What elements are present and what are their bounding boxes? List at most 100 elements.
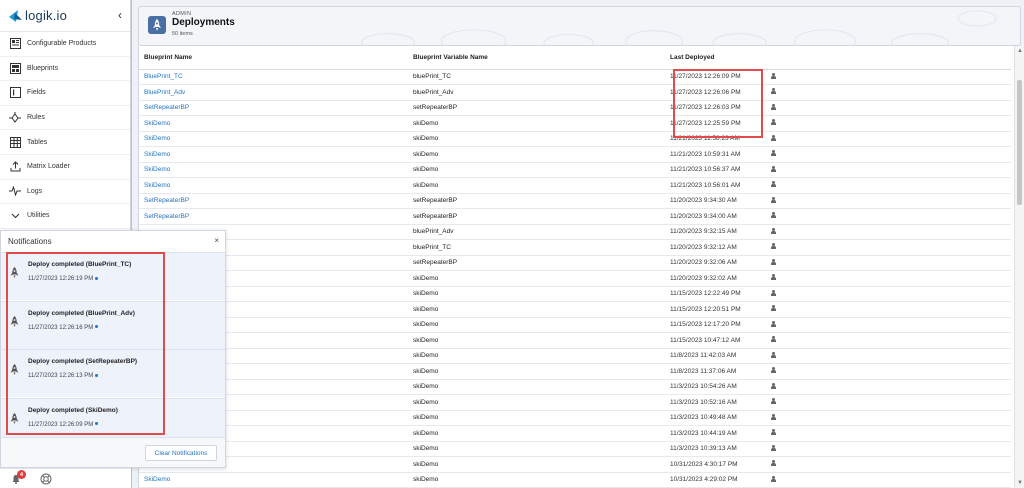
user-icon[interactable]	[770, 305, 776, 312]
user-icon[interactable]	[770, 103, 776, 110]
scroll-down-arrow-icon[interactable]: ▼	[1017, 480, 1023, 486]
blueprint-variable-name: skiDemo	[408, 317, 665, 333]
user-icon[interactable]	[770, 475, 776, 482]
sidebar-item-tables[interactable]: Tables	[0, 130, 130, 155]
sidebar-item-utilities[interactable]: Utilities	[0, 204, 130, 229]
blueprint-name-link[interactable]: SkiDemo	[139, 146, 408, 163]
blueprint-variable-name: skiDemo	[408, 394, 665, 411]
blueprint-variable-name: skiDemo	[408, 146, 665, 163]
last-deployed-date: 11/21/2023 10:59:31 AM	[665, 146, 765, 163]
table-row: skiDemo 11/8/2023 11:37:06 AM	[139, 363, 1011, 380]
fields-icon	[9, 87, 21, 99]
user-icon[interactable]	[770, 367, 776, 374]
user-cell	[765, 363, 1011, 380]
last-deployed-date: 11/20/2023 9:34:30 AM	[665, 193, 765, 209]
table-row: skiDemo 11/3/2023 10:49:48 AM	[139, 410, 1011, 426]
user-cell	[765, 472, 1011, 488]
user-icon[interactable]	[770, 119, 776, 126]
sidebar-item-label: Configurable Products	[27, 40, 97, 48]
user-icon[interactable]	[770, 150, 776, 157]
collapse-sidebar-icon[interactable]: ‹	[118, 8, 122, 22]
sidebar-item-fields[interactable]: Fields	[0, 81, 130, 106]
sidebar-item-label: Logs	[27, 187, 43, 195]
user-cell	[765, 115, 1011, 132]
header-text: ADMIN Deployments 50 items	[172, 11, 235, 37]
table-row: skiDemo 10/31/2023 4:30:17 PM	[139, 456, 1011, 473]
user-icon[interactable]	[770, 382, 776, 389]
column-header-last-deployed[interactable]: Last Deployed	[665, 46, 765, 70]
user-icon[interactable]	[770, 444, 776, 451]
user-icon[interactable]	[770, 320, 776, 327]
sidebar-item-matrix-loader[interactable]: Matrix Loader	[0, 155, 130, 180]
user-cell	[765, 270, 1011, 287]
user-icon[interactable]	[770, 88, 776, 95]
user-icon[interactable]	[770, 460, 776, 467]
table-row: skiDemo 11/20/2023 9:32:02 AM	[139, 270, 1011, 287]
sidebar-item-blueprints[interactable]: Blueprints	[0, 57, 130, 82]
blueprint-name-link[interactable]: BluePrint_TC	[139, 69, 408, 85]
sidebar-item-label: Matrix Loader	[27, 163, 70, 171]
user-icon[interactable]	[770, 196, 776, 203]
blueprint-variable-name: skiDemo	[408, 301, 665, 318]
user-icon[interactable]	[770, 212, 776, 219]
user-icon[interactable]	[770, 336, 776, 343]
table-row: skiDemo 11/3/2023 10:52:16 AM	[139, 394, 1011, 411]
blueprint-variable-name: skiDemo	[408, 332, 665, 349]
user-icon[interactable]	[770, 274, 776, 281]
user-icon[interactable]	[770, 165, 776, 172]
blueprint-name-link[interactable]: SkiDemo	[139, 131, 408, 147]
scroll-thumb[interactable]	[1017, 80, 1022, 205]
user-icon[interactable]	[770, 289, 776, 296]
sidebar-item-configurable-products[interactable]: Configurable Products	[0, 32, 130, 57]
blueprint-name-link[interactable]: SetRepeaterBP	[139, 100, 408, 116]
scroll-up-arrow-icon[interactable]: ▲	[1017, 48, 1023, 54]
user-icon[interactable]	[770, 181, 776, 188]
last-deployed-date: 11/3/2023 10:52:16 AM	[665, 394, 765, 411]
blueprint-name-link[interactable]: SetRepeaterBP	[139, 193, 408, 209]
table-row: skiDemo 11/3/2023 10:44:19 AM	[139, 425, 1011, 442]
user-icon[interactable]	[770, 398, 776, 405]
user-cell	[765, 425, 1011, 442]
table-row: skiDemo 11/15/2023 12:17:20 PM	[139, 317, 1011, 333]
clear-notifications-button[interactable]: Clear Notifications	[145, 445, 217, 461]
blueprint-name-link[interactable]: SetRepeaterBP	[139, 208, 408, 225]
blueprint-name-link[interactable]: SkiDemo	[139, 115, 408, 132]
table-row: SkiDemo skiDemo 11/27/2023 12:25:59 PM	[139, 115, 1011, 132]
blueprint-name-link[interactable]: SkiDemo	[139, 472, 408, 488]
user-icon[interactable]	[770, 429, 776, 436]
tables-icon	[9, 136, 21, 148]
sidebar-item-label: Rules	[27, 114, 45, 122]
last-deployed-date: 11/3/2023 10:44:19 AM	[665, 425, 765, 442]
blueprint-variable-name: skiDemo	[408, 270, 665, 287]
user-icon[interactable]	[770, 227, 776, 234]
help-lifebuoy-icon[interactable]	[40, 473, 52, 485]
last-deployed-date: 11/15/2023 12:22:49 PM	[665, 286, 765, 302]
last-deployed-date: 11/27/2023 12:26:06 PM	[665, 84, 765, 101]
table-row: skiDemo 11/8/2023 11:42:03 AM	[139, 348, 1011, 364]
sidebar-item-label: Fields	[27, 89, 46, 97]
sidebar-item-rules[interactable]: Rules	[0, 106, 130, 131]
logs-icon	[9, 185, 21, 197]
main-content: ADMIN Deployments 50 items Blueprint Nam…	[131, 0, 1024, 488]
blueprint-name-link[interactable]: BluePrint_Adv	[139, 84, 408, 101]
user-icon[interactable]	[770, 351, 776, 358]
user-cell	[765, 177, 1011, 194]
column-header-blueprint-name[interactable]: Blueprint Name	[139, 46, 408, 70]
user-cell	[765, 208, 1011, 225]
configurable-products-icon	[9, 38, 21, 50]
user-icon[interactable]	[770, 243, 776, 250]
logo[interactable]: logik.io ‹	[0, 0, 130, 32]
user-icon[interactable]	[770, 72, 776, 79]
user-icon[interactable]	[770, 258, 776, 265]
close-icon[interactable]: ×	[214, 236, 219, 245]
blueprint-name-link[interactable]: SkiDemo	[139, 162, 408, 178]
user-cell	[765, 317, 1011, 333]
utility-dock: 4	[0, 468, 131, 488]
user-icon[interactable]	[770, 134, 776, 141]
column-header-blueprint-variable-name[interactable]: Blueprint Variable Name	[408, 46, 665, 70]
sidebar-item-label: Blueprints	[27, 64, 59, 72]
sidebar-item-logs[interactable]: Logs	[0, 180, 130, 205]
user-icon[interactable]	[770, 413, 776, 420]
table-scrollbar[interactable]: ▲ ▼	[1014, 46, 1024, 488]
blueprint-name-link[interactable]: SkiDemo	[139, 177, 408, 194]
